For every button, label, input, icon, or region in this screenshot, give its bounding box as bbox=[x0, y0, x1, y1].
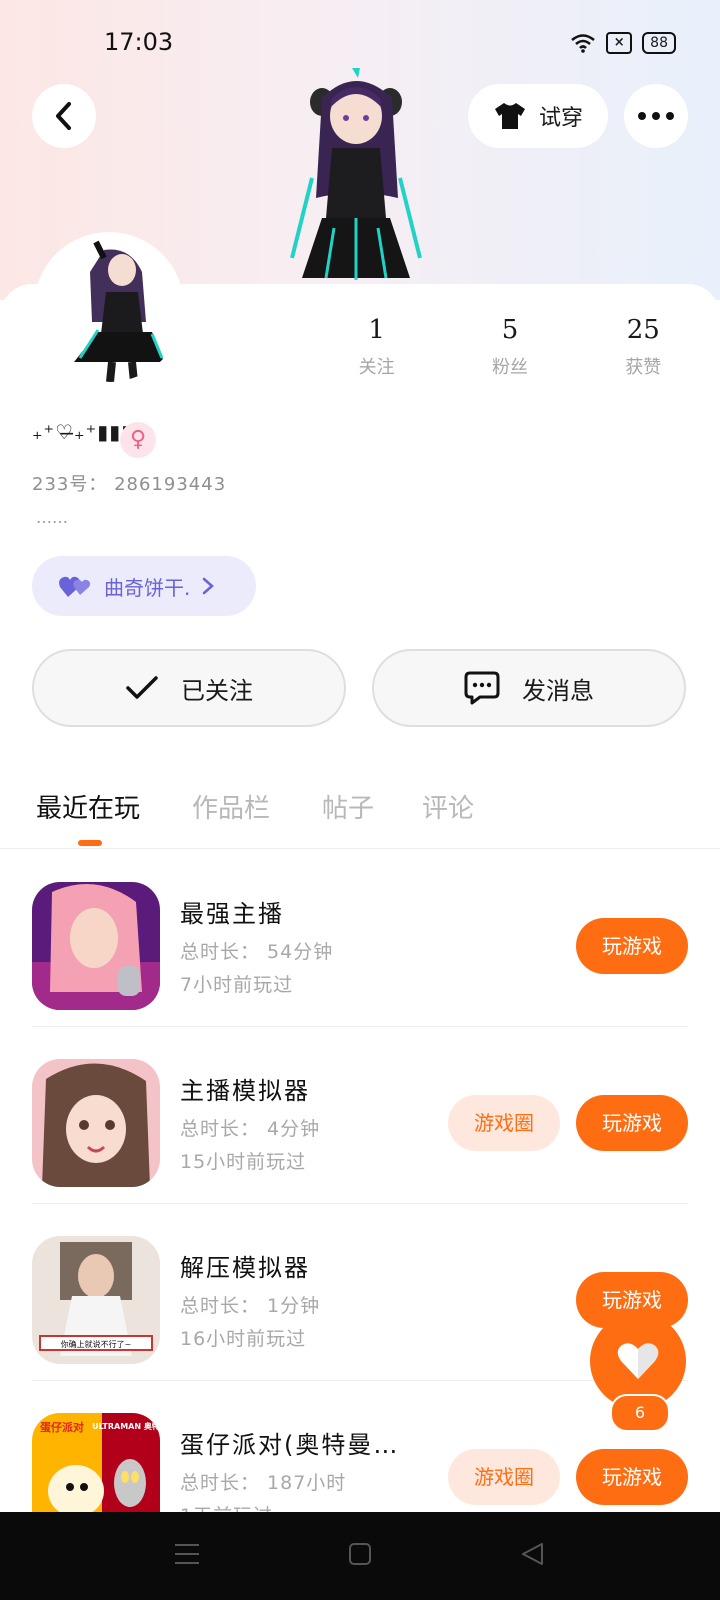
profile-stats: 1 关注 5 粉丝 25 获赞 bbox=[310, 315, 710, 379]
stat-value: 25 bbox=[626, 315, 660, 345]
game-meta: 总时长： 1分钟 16小时前玩过 bbox=[180, 1290, 320, 1356]
play-game-button[interactable]: 玩游戏 bbox=[576, 1449, 688, 1505]
sim-blocked-icon: × bbox=[606, 32, 633, 54]
game-thumb-logo: 蛋仔派对 bbox=[40, 1420, 84, 1434]
chat-bubble-icon bbox=[464, 671, 500, 705]
fan-club-chip[interactable]: 曲奇饼干. bbox=[32, 556, 256, 616]
try-on-label: 试穿 bbox=[538, 106, 583, 131]
game-meta: 总时长： 4分钟 15小时前玩过 bbox=[180, 1113, 320, 1179]
tab-works[interactable]: 作品栏 bbox=[192, 788, 270, 825]
chevron-left-icon bbox=[56, 102, 71, 130]
active-tab-indicator bbox=[78, 840, 102, 846]
status-time: 17:03 bbox=[104, 28, 174, 56]
game-name: 解压模拟器 bbox=[180, 1254, 310, 1282]
check-icon bbox=[126, 676, 158, 699]
stat-following[interactable]: 1 关注 bbox=[310, 315, 443, 379]
system-nav-bar bbox=[0, 1512, 720, 1600]
game-meta: 总时长： 54分钟 7小时前玩过 bbox=[180, 936, 333, 1002]
stat-value: 1 bbox=[368, 315, 385, 345]
profile-tabs: 最近在玩 作品栏 帖子 评论 bbox=[0, 784, 720, 849]
stat-label: 粉丝 bbox=[491, 357, 528, 378]
more-dots-icon bbox=[638, 112, 674, 120]
bio: …… bbox=[36, 508, 68, 527]
menu-icon[interactable] bbox=[174, 1542, 200, 1566]
tab-posts[interactable]: 帖子 bbox=[322, 788, 374, 825]
game-name: 主播模拟器 bbox=[180, 1077, 310, 1105]
nickname: ₊⁺♡̶₊⁺▮▮▮ bbox=[32, 420, 134, 444]
game-thumb-caption: 你确上就说不行了~ bbox=[61, 1339, 132, 1349]
wifi-icon bbox=[571, 34, 595, 53]
game-name: 蛋仔派对(奥特曼… bbox=[180, 1431, 400, 1459]
game-icon bbox=[32, 882, 160, 1010]
stat-likes[interactable]: 25 获赞 bbox=[577, 315, 710, 379]
double-heart-icon bbox=[59, 576, 91, 597]
send-message-label: 发消息 bbox=[522, 676, 594, 705]
chevron-right-icon bbox=[203, 577, 215, 595]
status-icons: × 88 bbox=[570, 32, 676, 54]
game-icon: 你确上就说不行了~ bbox=[32, 1236, 160, 1364]
game-playtime: 总时长： 54分钟 bbox=[180, 941, 334, 963]
stat-label: 关注 bbox=[358, 357, 395, 378]
game-row[interactable]: 最强主播 总时长： 54分钟 7小时前玩过 玩游戏 bbox=[32, 850, 688, 1027]
game-last-played: 16小时前玩过 bbox=[180, 1328, 307, 1350]
play-game-button[interactable]: 玩游戏 bbox=[576, 1095, 688, 1151]
tab-comments[interactable]: 评论 bbox=[422, 788, 474, 825]
followed-button[interactable]: 已关注 bbox=[32, 649, 346, 727]
back-nav-icon[interactable] bbox=[520, 1542, 544, 1566]
user-id: 233号： 286193443 bbox=[32, 474, 227, 495]
game-circle-button[interactable]: 游戏圈 bbox=[448, 1449, 560, 1505]
stat-fans[interactable]: 5 粉丝 bbox=[443, 315, 576, 379]
game-last-played: 15小时前玩过 bbox=[180, 1151, 307, 1173]
back-button[interactable] bbox=[32, 84, 96, 148]
game-playtime: 总时长： 1分钟 bbox=[180, 1295, 321, 1317]
heart-icon bbox=[617, 1343, 659, 1379]
game-circle-button[interactable]: 游戏圈 bbox=[448, 1095, 560, 1151]
battery-indicator: 88 bbox=[642, 32, 676, 54]
game-icon bbox=[32, 1059, 160, 1187]
fan-club-name: 曲奇饼干. bbox=[104, 575, 191, 600]
followed-label: 已关注 bbox=[181, 676, 253, 705]
send-message-button[interactable]: 发消息 bbox=[372, 649, 686, 727]
like-count-badge: 6 bbox=[610, 1394, 670, 1432]
stat-value: 5 bbox=[501, 315, 519, 345]
game-last-played: 7小时前玩过 bbox=[180, 974, 294, 996]
game-row[interactable]: 主播模拟器 总时长： 4分钟 15小时前玩过 游戏圈 玩游戏 bbox=[32, 1027, 688, 1204]
avatar[interactable] bbox=[34, 232, 184, 382]
avatar-3d-figure bbox=[282, 68, 432, 286]
play-game-button[interactable]: 玩游戏 bbox=[576, 918, 688, 974]
game-playtime: 总时长： 187小时 bbox=[180, 1472, 347, 1494]
stat-label: 获赞 bbox=[625, 357, 662, 378]
game-playtime: 总时长： 4分钟 bbox=[180, 1118, 321, 1140]
tab-recently-played[interactable]: 最近在玩 bbox=[36, 788, 140, 825]
gender-female-icon: ♀ bbox=[120, 422, 156, 458]
game-thumb-logo: ULTRAMAN 奥特曼 bbox=[92, 1421, 160, 1431]
tshirt-icon bbox=[494, 103, 525, 129]
game-name: 最强主播 bbox=[180, 900, 284, 928]
try-on-button[interactable]: 试穿 bbox=[468, 84, 608, 148]
home-icon[interactable] bbox=[348, 1542, 372, 1566]
more-button[interactable] bbox=[624, 84, 688, 148]
